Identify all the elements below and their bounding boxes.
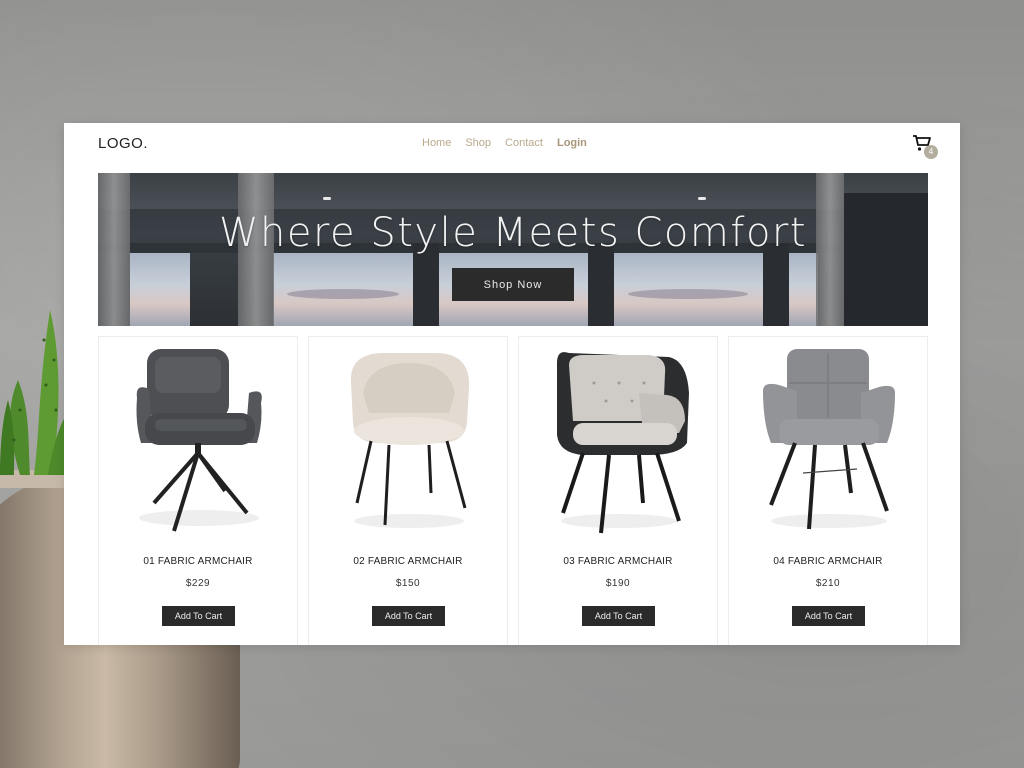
product-name: 04 FABRIC ARMCHAIR [773, 556, 883, 567]
cart-button[interactable]: 4 [912, 133, 942, 161]
site-header: LOGO. Home Shop Contact Login 4 [64, 123, 960, 171]
nav-home[interactable]: Home [422, 137, 451, 149]
website-mockup: LOGO. Home Shop Contact Login 4 Where St… [64, 123, 960, 645]
hero-banner: Where Style Meets Comfort Shop Now [98, 173, 928, 326]
product-grid: 01 FABRIC ARMCHAIR $229 Add To Cart 02 F… [98, 336, 928, 645]
succulent-plant [0, 310, 70, 475]
product-name: 01 FABRIC ARMCHAIR [143, 556, 253, 567]
main-nav: Home Shop Contact Login [422, 137, 587, 149]
add-to-cart-button[interactable]: Add To Cart [162, 606, 235, 626]
nav-shop[interactable]: Shop [465, 137, 491, 149]
hero-ceiling [98, 173, 928, 209]
product-price: $210 [815, 578, 841, 589]
hero-title: Where Style Meets Comfort [218, 210, 808, 256]
product-image-chair [557, 352, 689, 534]
product-price: $190 [605, 578, 631, 589]
hero-window [273, 251, 413, 326]
ceiling-light [323, 197, 331, 200]
product-image-chair [136, 349, 262, 532]
product-price: $150 [395, 578, 421, 589]
product-price: $229 [185, 578, 211, 589]
shop-now-button[interactable]: Shop Now [452, 268, 574, 301]
hero-window [130, 251, 190, 326]
nav-contact[interactable]: Contact [505, 137, 543, 149]
nav-login[interactable]: Login [557, 137, 587, 149]
product-name: 03 FABRIC ARMCHAIR [563, 556, 673, 567]
add-to-cart-button[interactable]: Add To Cart [792, 606, 865, 626]
cart-count-badge: 4 [924, 145, 938, 159]
ceiling-light [698, 197, 706, 200]
product-image-chair [763, 349, 895, 530]
product-card[interactable]: 01 FABRIC ARMCHAIR $229 Add To Cart [98, 336, 298, 645]
product-name: 02 FABRIC ARMCHAIR [353, 556, 463, 567]
add-to-cart-button[interactable]: Add To Cart [372, 606, 445, 626]
product-card[interactable]: 03 FABRIC ARMCHAIR $190 Add To Cart [518, 336, 718, 645]
logo[interactable]: LOGO. [98, 135, 148, 152]
hero-window [613, 251, 763, 326]
product-card[interactable]: 02 FABRIC ARMCHAIR $150 Add To Cart [308, 336, 508, 645]
product-card[interactable]: 04 FABRIC ARMCHAIR $210 Add To Cart [728, 336, 928, 645]
add-to-cart-button[interactable]: Add To Cart [582, 606, 655, 626]
hero-window [788, 251, 818, 326]
product-image-chair [350, 353, 470, 528]
